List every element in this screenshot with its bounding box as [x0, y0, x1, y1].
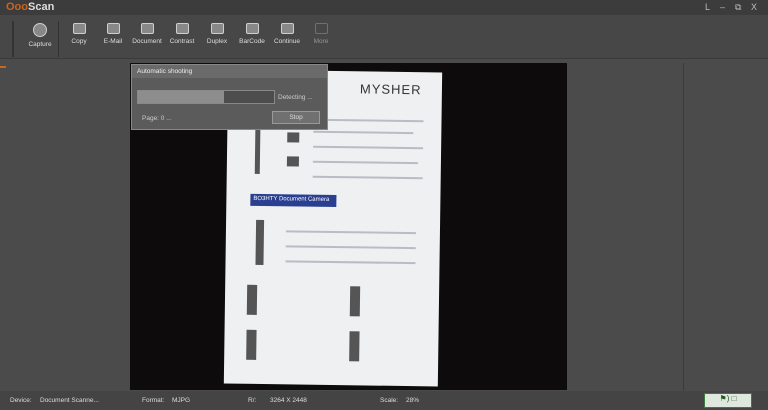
product-image [255, 219, 265, 266]
scale-label: Scale: [380, 397, 399, 404]
close-button[interactable]: X [751, 2, 757, 12]
device-value: Document Scanne... [40, 397, 99, 404]
text-line [313, 145, 424, 150]
continue-icon [280, 23, 294, 34]
restore-button[interactable]: ⧉ [735, 2, 741, 13]
duplex-button[interactable]: Duplex [198, 23, 236, 45]
product-image [246, 284, 258, 315]
dialog-title: Automatic shooting [132, 65, 327, 78]
title-bar: OooScan L – ⧉ X [0, 0, 768, 15]
resolution-value: 3264 X 2448 [270, 397, 307, 404]
copy-icon [72, 23, 86, 34]
resolution-label: R/: [248, 397, 257, 404]
camera-icon [33, 23, 47, 37]
text-line [285, 245, 416, 250]
email-button[interactable]: E-Mail [94, 23, 132, 45]
product-image [246, 329, 257, 360]
progress-bar [137, 90, 275, 104]
barcode-icon [245, 23, 259, 34]
side-marker [0, 66, 6, 68]
document-icon [140, 23, 154, 34]
document-banner: BO3HTY Document Camera [250, 193, 337, 208]
detect-status: Detecting ... [278, 94, 313, 101]
document-button[interactable]: Document [128, 23, 166, 45]
minimize-button[interactable]: – [720, 2, 725, 12]
mail-icon [106, 23, 120, 34]
text-line [285, 260, 416, 265]
divider [12, 21, 14, 57]
more-button[interactable]: More [302, 23, 340, 45]
text-line [285, 230, 416, 235]
product-image [349, 331, 360, 362]
capture-button[interactable]: Capture [21, 23, 59, 48]
progress-fill [138, 91, 224, 103]
brand-logo: MYSHER [359, 81, 422, 98]
product-image [287, 132, 300, 143]
duplex-icon [210, 23, 224, 34]
format-value: MJPG [172, 397, 191, 404]
text-line [312, 160, 418, 165]
toolbar: Capture Copy E-Mail Document Contrast Du… [0, 15, 768, 59]
text-line [313, 118, 424, 123]
scale-value: 28% [406, 397, 420, 404]
tray-icons[interactable]: ⚑) □ [704, 393, 752, 408]
automatic-shooting-dialog: Automatic shooting Detecting ... Page: 0… [131, 64, 328, 130]
stop-button[interactable]: Stop [272, 111, 320, 124]
more-icon [314, 23, 328, 34]
device-label: Device: [10, 397, 32, 404]
copy-button[interactable]: Copy [60, 23, 98, 45]
product-image [349, 286, 361, 317]
contrast-button[interactable]: Contrast [163, 23, 201, 45]
l-button[interactable]: L [705, 2, 710, 12]
app-logo: OooScan [6, 1, 55, 13]
text-line [313, 130, 414, 135]
status-bar: Device: Document Scanne... Format: MJPG … [0, 391, 768, 410]
page-counter: Page: 0 ... [142, 115, 172, 122]
continue-button[interactable]: Continue [268, 23, 306, 45]
format-label: Format: [142, 397, 165, 404]
photo-camera-icon [175, 23, 189, 34]
text-line [312, 175, 423, 180]
panel-divider [683, 63, 684, 390]
product-image [286, 156, 299, 167]
barcode-button[interactable]: BarCode [233, 23, 271, 45]
